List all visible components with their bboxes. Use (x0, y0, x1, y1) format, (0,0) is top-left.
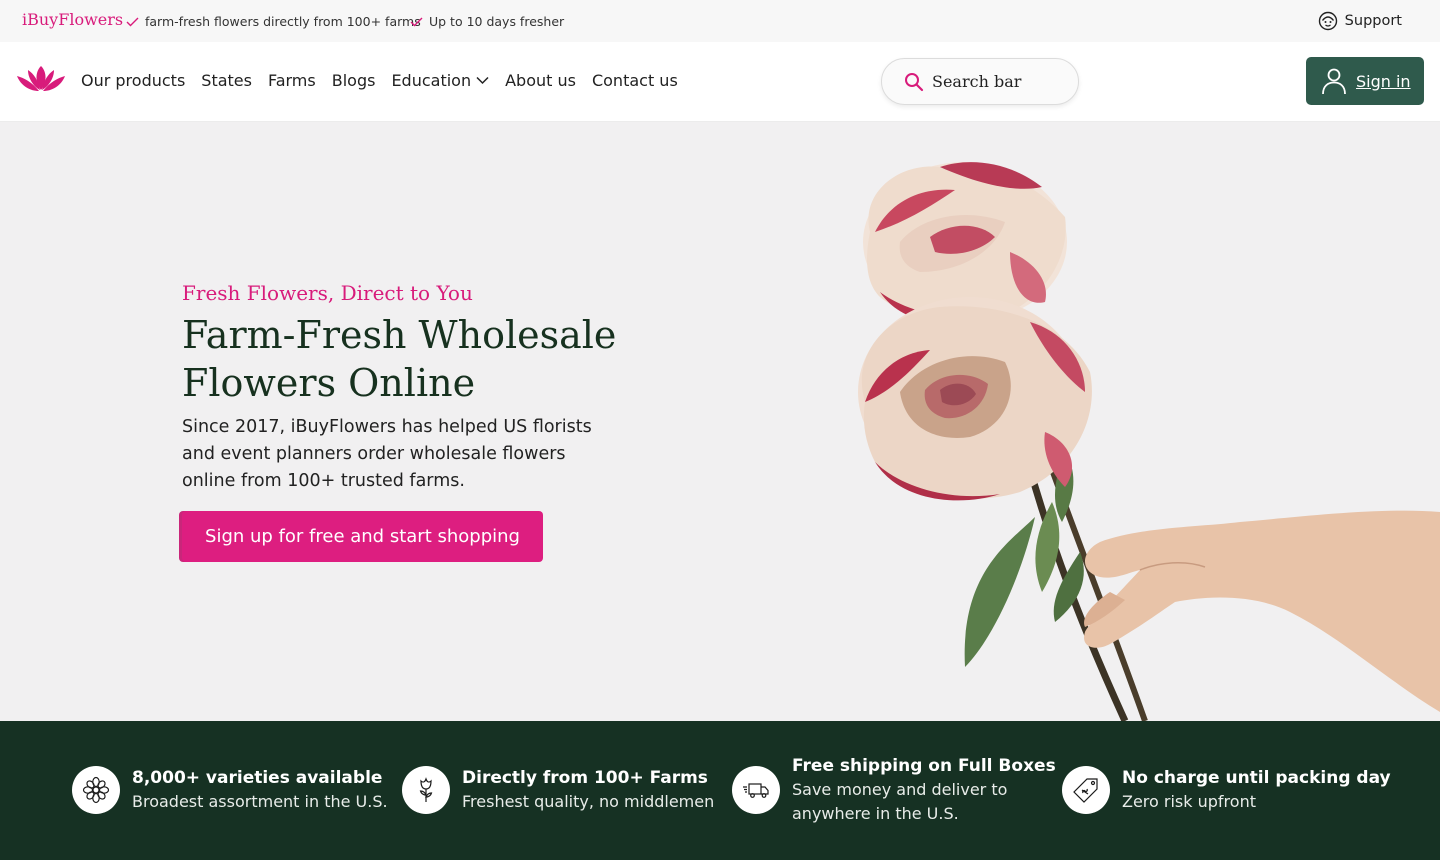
nav-states[interactable]: States (201, 71, 252, 90)
check-icon (410, 17, 423, 26)
benefit-farms: Directly from 100+ Farms Freshest qualit… (402, 766, 714, 814)
nav-contact-us[interactable]: Contact us (592, 71, 678, 90)
check-icon (126, 17, 139, 26)
brand-wordmark[interactable]: iBuyFlowers (22, 10, 123, 29)
truck-icon (743, 783, 769, 798)
benefit-title: No charge until packing day (1122, 768, 1391, 788)
primary-nav: Our products States Farms Blogs Educatio… (81, 71, 678, 90)
perk-freshness-text: Up to 10 days fresher (429, 14, 565, 29)
search-bar-label: Search bar (932, 72, 1022, 91)
price-tag-icon (1073, 778, 1098, 803)
benefit-text: No charge until packing day Zero risk up… (1122, 766, 1391, 814)
benefit-no-charge: No charge until packing day Zero risk up… (1062, 766, 1391, 814)
benefit-icon-wrap (1062, 766, 1110, 814)
search-icon (905, 72, 924, 91)
nav-education[interactable]: Education (391, 71, 489, 90)
nav-our-products[interactable]: Our products (81, 71, 185, 90)
chevron-down-icon (476, 76, 489, 85)
benefit-title: 8,000+ varieties available (132, 768, 383, 788)
sign-in-label: Sign in (1356, 71, 1411, 91)
nav-education-label: Education (391, 71, 472, 90)
perk-farms-text: farm-fresh flowers directly from 100+ fa… (145, 14, 421, 29)
hero-title: Farm-Fresh Wholesale Flowers Online (182, 313, 617, 405)
lotus-logo-icon[interactable] (16, 64, 66, 94)
sign-in-button[interactable]: Sign in (1306, 57, 1424, 105)
top-utility-bar: iBuyFlowers farm-fresh flowers directly … (0, 0, 1440, 42)
hero-eyebrow: Fresh Flowers, Direct to You (182, 281, 473, 305)
nav-blogs[interactable]: Blogs (332, 71, 376, 90)
search-bar[interactable]: Search bar (881, 58, 1079, 105)
perk-farms: farm-fresh flowers directly from 100+ fa… (126, 14, 421, 29)
nav-about-us[interactable]: About us (505, 71, 576, 90)
benefits-band: 8,000+ varieties available Broadest asso… (0, 721, 1440, 860)
benefit-text: Directly from 100+ Farms Freshest qualit… (462, 766, 714, 814)
support-label: Support (1344, 13, 1402, 29)
benefit-title: Free shipping on Full Boxes (792, 756, 1056, 776)
benefit-icon-wrap (402, 766, 450, 814)
benefit-subtitle: Broadest assortment in the U.S. (132, 792, 388, 811)
benefit-subtitle: Save money and deliver to anywhere in th… (792, 780, 1008, 823)
nav-farms[interactable]: Farms (268, 71, 316, 90)
hand-holding-roses-image (858, 162, 1440, 721)
benefit-subtitle: Zero risk upfront (1122, 792, 1256, 811)
benefit-icon-wrap (732, 766, 780, 814)
benefit-varieties: 8,000+ varieties available Broadest asso… (72, 766, 388, 814)
benefit-title: Directly from 100+ Farms (462, 768, 708, 788)
support-agent-icon (1318, 11, 1337, 31)
main-navbar: Our products States Farms Blogs Educatio… (0, 42, 1440, 122)
benefit-text: Free shipping on Full Boxes Save money a… (792, 754, 1056, 826)
benefit-subtitle: Freshest quality, no middlemen (462, 792, 715, 811)
rose-icon (419, 777, 433, 802)
benefit-shipping: Free shipping on Full Boxes Save money a… (732, 754, 1056, 826)
support-link[interactable]: Support (1318, 11, 1402, 31)
perk-freshness: Up to 10 days fresher (410, 14, 564, 29)
benefit-text: 8,000+ varieties available Broadest asso… (132, 766, 388, 814)
hero-description: Since 2017, iBuyFlowers has helped US fl… (182, 417, 592, 491)
flower-icon (82, 776, 110, 804)
signup-cta-button[interactable]: Sign up for free and start shopping (182, 511, 543, 562)
benefit-icon-wrap (72, 766, 120, 814)
user-icon (1322, 68, 1346, 95)
hero-section: Fresh Flowers, Direct to You Farm-Fresh … (0, 122, 1440, 721)
